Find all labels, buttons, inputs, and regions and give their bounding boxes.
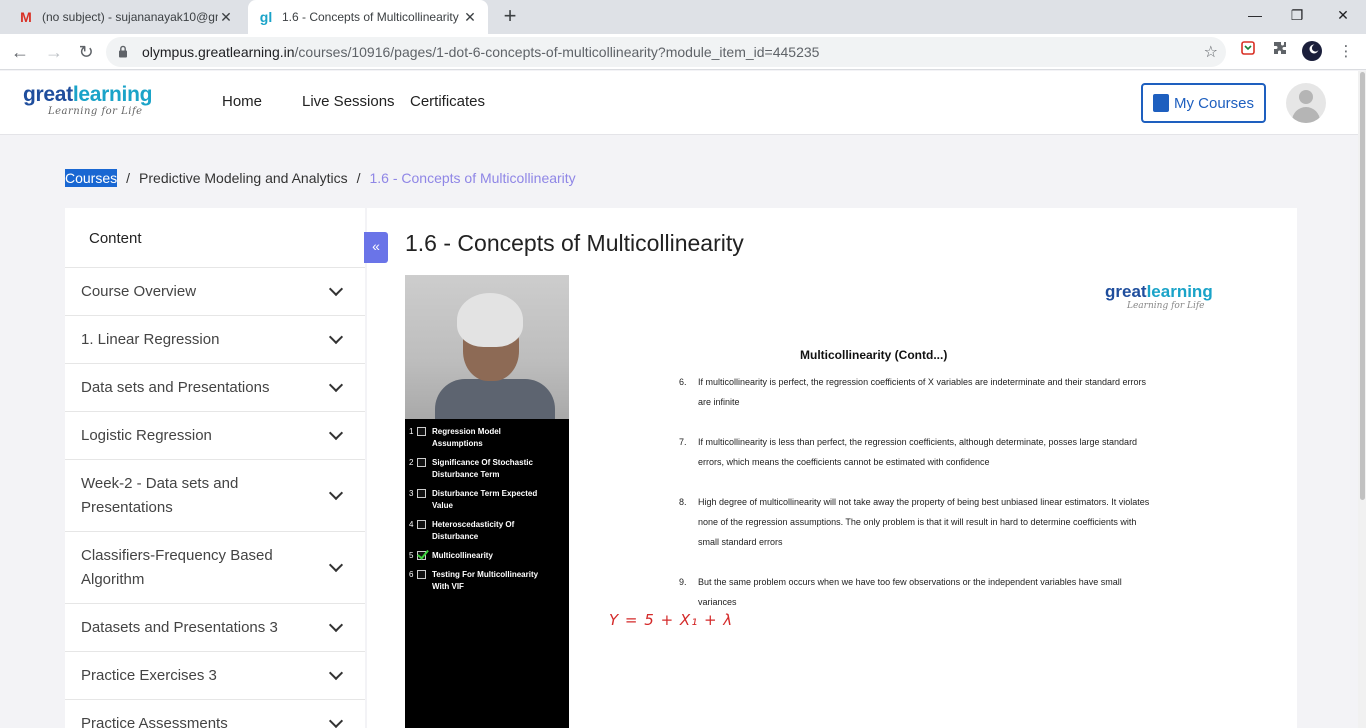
chevron-down-icon <box>328 665 344 681</box>
video-topic: 4 Heteroscedasticity Of Disturbance <box>409 520 515 541</box>
user-avatar[interactable] <box>1286 83 1326 123</box>
video-topic: 3 Disturbance Term Expected Value <box>409 489 538 510</box>
restore-button[interactable]: ❐ <box>1274 0 1320 30</box>
bookmark-star-icon[interactable]: ☆ <box>1204 42 1218 62</box>
tab-title: 1.6 - Concepts of Multicollinearity <box>282 10 459 24</box>
close-tab-icon[interactable]: ✕ <box>462 9 478 26</box>
book-icon <box>1152 94 1169 112</box>
chevron-down-icon <box>328 617 344 633</box>
chevron-down-icon <box>328 485 344 501</box>
scrollbar-thumb[interactable] <box>1360 72 1365 500</box>
chevron-down-icon <box>328 713 344 728</box>
close-window-button[interactable]: ✕ <box>1320 0 1366 30</box>
checkbox-icon <box>417 458 426 467</box>
greatlearning-icon: gl <box>259 9 273 25</box>
chevron-down-icon <box>328 377 344 393</box>
tab-title: (no subject) - sujananayak10@gm <box>42 10 218 24</box>
sidebar-item-classifiers[interactable]: Classifiers-Frequency Based Algorithm <box>65 532 365 604</box>
nav-live-sessions[interactable]: Live Sessions <box>302 93 395 110</box>
slide-point: 8. High degree of multicollinearity will … <box>679 497 1150 547</box>
reload-icon[interactable]: ↻ <box>74 40 98 64</box>
sidebar-heading: Content <box>65 208 365 268</box>
minimize-button[interactable]: — <box>1232 0 1278 30</box>
breadcrumb-current: 1.6 - Concepts of Multicollinearity <box>369 170 576 186</box>
checkbox-icon <box>417 489 426 498</box>
sidebar-item-course-overview[interactable]: Course Overview <box>65 268 365 316</box>
forward-icon[interactable]: → <box>42 40 66 64</box>
lock-icon <box>118 45 132 59</box>
main-content: 1.6 - Concepts of Multicollinearity 1 Reg… <box>367 208 1297 728</box>
checkbox-icon <box>417 427 426 436</box>
video-topic: 2 Significance Of Stochastic Disturbance … <box>409 458 533 479</box>
profile-icon[interactable] <box>1300 40 1324 64</box>
checkbox-icon <box>417 570 426 579</box>
browser-tab-course[interactable]: gl 1.6 - Concepts of Multicollinearity ✕ <box>248 0 488 34</box>
chevron-down-icon <box>328 329 344 345</box>
address-bar[interactable]: olympus.greatlearning.in/courses/10916/p… <box>106 37 1226 67</box>
video-topic-list: 1 Regression Model Assumptions 2 Significa… <box>409 426 565 600</box>
content-sidebar: Content Course Overview 1. Linear Regres… <box>65 208 365 728</box>
site-header: greatlearning Learning for Life Home Liv… <box>0 71 1366 135</box>
slide-point: 9. But the same problem occurs when we ha… <box>679 577 1122 607</box>
browser-tab-gmail[interactable]: M (no subject) - sujananayak10@gm ✕ <box>8 0 244 34</box>
breadcrumb-course[interactable]: Predictive Modeling and Analytics <box>139 170 348 186</box>
sidebar-item-logistic-regression[interactable]: Logistic Regression <box>65 412 365 460</box>
slide-point: 7. If multicollinearity is less than perf… <box>679 437 1138 467</box>
checkbox-icon <box>417 520 426 529</box>
browser-tab-bar: M (no subject) - sujananayak10@gm ✕ gl 1… <box>0 0 1366 34</box>
checkmark-icon <box>417 551 426 560</box>
close-tab-icon[interactable]: ✕ <box>218 9 234 26</box>
sidebar-item-linear-regression[interactable]: 1. Linear Regression <box>65 316 365 364</box>
slide-point: 6. If multicollinearity is perfect, the r… <box>679 377 1147 407</box>
greatlearning-logo[interactable]: greatlearning Learning for Life <box>23 84 152 118</box>
extension-icon[interactable] <box>1236 40 1260 64</box>
nav-certificates[interactable]: Certificates <box>410 93 485 110</box>
handwritten-annotation: Y = 5 + X₁ + λ <box>609 611 734 629</box>
gmail-icon: M <box>20 9 32 25</box>
video-player[interactable]: 1 Regression Model Assumptions 2 Significa… <box>405 275 569 728</box>
chevron-down-icon <box>328 281 344 297</box>
sidebar-item-datasets-3[interactable]: Datasets and Presentations 3 <box>65 604 365 652</box>
url-text: olympus.greatlearning.in/courses/10916/p… <box>142 44 820 60</box>
video-topic: 1 Regression Model Assumptions <box>409 427 501 448</box>
sidebar-item-data-sets[interactable]: Data sets and Presentations <box>65 364 365 412</box>
browser-toolbar: ← → ↻ olympus.greatlearning.in/courses/1… <box>0 34 1366 70</box>
chevron-down-icon <box>328 557 344 573</box>
sidebar-item-practice-assessments[interactable]: Practice Assessments <box>65 700 365 728</box>
collapse-sidebar-button[interactable]: « <box>364 232 388 263</box>
video-topic: 5 Multicollinearity <box>409 551 493 560</box>
sidebar-item-practice-exercises[interactable]: Practice Exercises 3 <box>65 652 365 700</box>
nav-home[interactable]: Home <box>222 93 262 110</box>
video-topic: 6 Testing For Multicollinearity With VIF <box>409 570 539 591</box>
back-icon[interactable]: ← <box>8 40 32 64</box>
slide-title: Multicollinearity (Contd...) <box>800 348 948 362</box>
slide-logo: greatlearning Learning for Life <box>1105 282 1213 312</box>
new-tab-button[interactable]: + <box>498 4 522 28</box>
chevron-down-icon <box>328 425 344 441</box>
presentation-slide: greatlearning Learning for Life Multicol… <box>569 275 1297 728</box>
breadcrumb-courses[interactable]: Courses <box>65 169 118 187</box>
my-courses-button[interactable]: My Courses <box>1141 83 1266 123</box>
page-title: 1.6 - Concepts of Multicollinearity <box>405 230 744 256</box>
extensions-puzzle-icon[interactable] <box>1268 40 1292 64</box>
sidebar-item-week-2[interactable]: Week-2 - Data sets and Presentations <box>65 460 365 532</box>
breadcrumb: Courses / Predictive Modeling and Analyt… <box>65 169 576 187</box>
menu-kebab-icon[interactable]: ⋮ <box>1334 40 1358 64</box>
presenter-image <box>405 275 569 419</box>
